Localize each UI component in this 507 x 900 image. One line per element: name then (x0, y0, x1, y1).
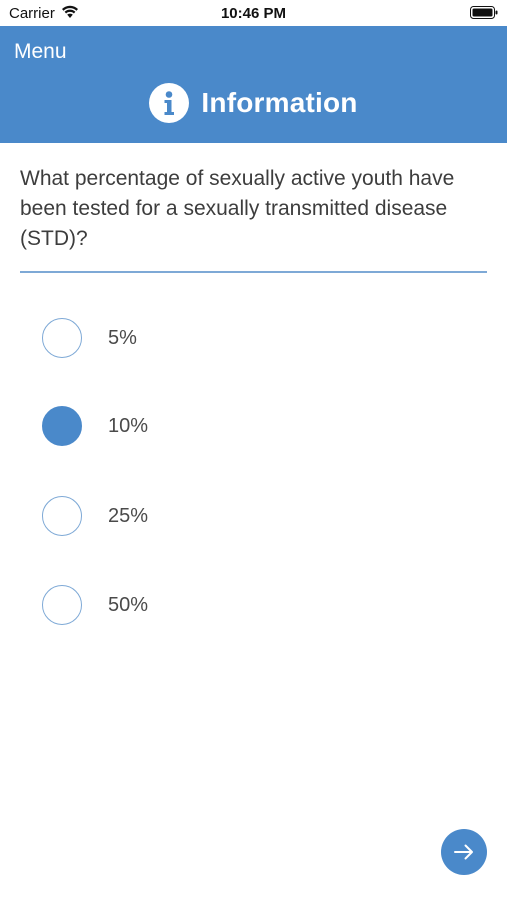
answer-label: 5% (108, 326, 137, 349)
answer-label: 10% (108, 414, 149, 437)
divider (20, 271, 487, 273)
answer-option-50[interactable]: 50% (42, 583, 462, 627)
question-text: What percentage of sexually active youth… (20, 167, 455, 250)
battery-icon (470, 6, 498, 19)
radio-button[interactable] (42, 496, 82, 536)
arrow-right-icon (454, 844, 473, 860)
page-title: Information (201, 87, 358, 118)
answer-option-10[interactable]: 10% (42, 404, 462, 448)
page-title-group: Information (0, 80, 507, 126)
clock: 10:46 PM (220, 5, 287, 22)
header-bar: Menu Information (0, 26, 507, 143)
menu-button[interactable]: Menu (14, 40, 67, 64)
info-icon (149, 83, 190, 123)
radio-button[interactable] (42, 585, 82, 625)
radio-button-selected[interactable] (42, 406, 82, 446)
answer-option-25[interactable]: 25% (42, 494, 462, 538)
status-bar: Carrier 10:46 PM (0, 0, 507, 26)
next-button[interactable] (441, 829, 487, 875)
answer-label: 50% (108, 593, 149, 616)
answer-option-5[interactable]: 5% (42, 316, 462, 360)
radio-button[interactable] (42, 318, 82, 358)
answer-label: 25% (108, 504, 149, 527)
